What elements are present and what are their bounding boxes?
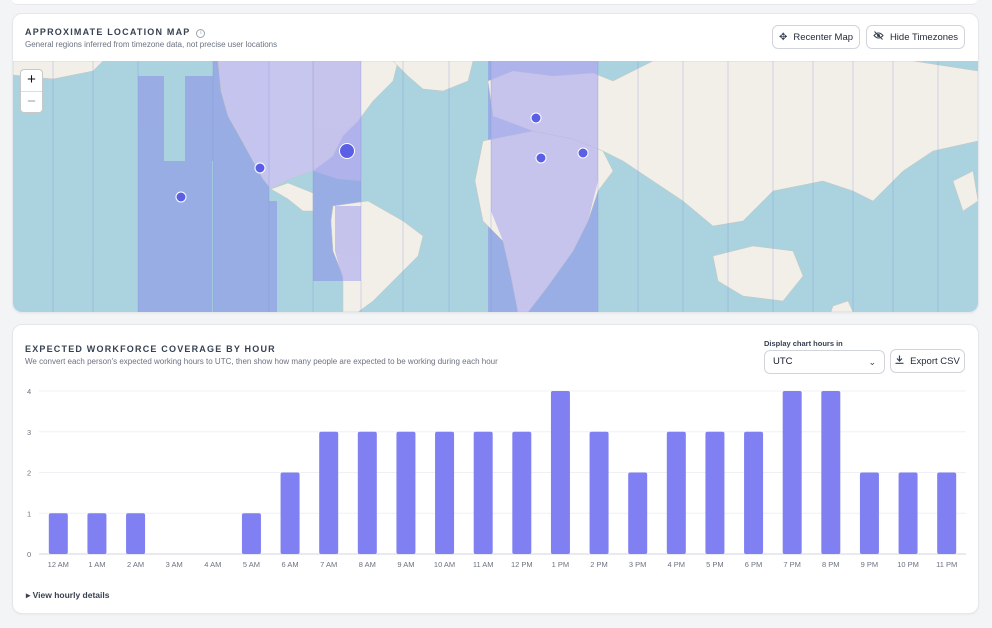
timezone-band xyxy=(138,76,164,312)
coverage-bar[interactable] xyxy=(280,472,300,555)
timezone-band xyxy=(269,201,277,312)
coverage-bar[interactable] xyxy=(435,431,455,554)
x-tick-label: 9 AM xyxy=(397,560,414,569)
coverage-bar[interactable] xyxy=(512,431,532,554)
location-marker xyxy=(339,143,355,159)
location-marker xyxy=(577,147,589,159)
coverage-bar[interactable] xyxy=(589,431,609,554)
recenter-map-button[interactable]: ✥ Recenter Map xyxy=(772,25,860,49)
map-section-title: APPROXIMATE LOCATION MAP i xyxy=(25,27,206,38)
map-section-subtitle: General regions inferred from timezone d… xyxy=(25,40,278,49)
coverage-bar[interactable] xyxy=(821,391,841,554)
hide-timezones-label: Hide Timezones xyxy=(889,31,959,43)
x-tick-label: 2 PM xyxy=(590,560,608,569)
x-tick-label: 8 PM xyxy=(822,560,840,569)
x-tick-label: 6 AM xyxy=(282,560,299,569)
timezone-band xyxy=(185,76,213,161)
location-marker xyxy=(535,152,547,164)
coverage-bar[interactable] xyxy=(550,391,570,554)
coverage-bar[interactable] xyxy=(48,513,68,554)
x-tick-label: 11 AM xyxy=(473,560,494,569)
coverage-bar[interactable] xyxy=(87,513,107,554)
eye-off-icon xyxy=(873,31,884,43)
x-tick-label: 4 PM xyxy=(668,560,686,569)
coverage-bar[interactable] xyxy=(473,431,493,554)
location-marker xyxy=(254,162,266,174)
location-marker xyxy=(530,112,542,124)
y-tick-label: 2 xyxy=(27,469,31,478)
x-tick-label: 7 PM xyxy=(783,560,801,569)
y-tick-label: 4 xyxy=(27,387,31,396)
workforce-coverage-card: EXPECTED WORKFORCE COVERAGE BY HOUR We c… xyxy=(12,324,979,614)
location-marker xyxy=(175,191,187,203)
x-tick-label: 11 PM xyxy=(936,560,957,569)
coverage-bar[interactable] xyxy=(744,431,764,554)
y-tick-label: 3 xyxy=(27,428,31,437)
x-tick-label: 6 PM xyxy=(745,560,763,569)
world-map[interactable]: + − xyxy=(13,61,978,312)
x-tick-label: 3 AM xyxy=(166,560,183,569)
recenter-map-label: Recenter Map xyxy=(793,31,854,43)
y-tick-label: 0 xyxy=(27,550,31,559)
zoom-in-button[interactable]: + xyxy=(21,70,42,91)
map-title-text: APPROXIMATE LOCATION MAP xyxy=(25,27,191,37)
coverage-bar[interactable] xyxy=(319,431,339,554)
x-tick-label: 1 AM xyxy=(88,560,105,569)
x-tick-label: 8 AM xyxy=(359,560,376,569)
x-tick-label: 12 PM xyxy=(511,560,533,569)
x-tick-label: 5 AM xyxy=(243,560,260,569)
x-tick-label: 1 PM xyxy=(552,560,570,569)
coverage-bar[interactable] xyxy=(898,472,918,555)
y-tick-label: 1 xyxy=(27,509,31,518)
x-tick-label: 7 AM xyxy=(320,560,337,569)
coverage-bar[interactable] xyxy=(937,472,957,555)
coverage-bar[interactable] xyxy=(666,431,686,554)
timezone-band xyxy=(164,161,212,312)
coverage-bar[interactable] xyxy=(782,391,802,554)
coverage-bar[interactable] xyxy=(126,513,146,554)
x-tick-label: 9 PM xyxy=(861,560,879,569)
x-tick-label: 5 PM xyxy=(706,560,724,569)
location-map-card: APPROXIMATE LOCATION MAP i General region… xyxy=(12,13,979,313)
x-tick-label: 4 AM xyxy=(204,560,221,569)
crosshair-icon: ✥ xyxy=(778,31,788,43)
zoom-out-button[interactable]: − xyxy=(21,91,42,113)
coverage-bar[interactable] xyxy=(705,431,725,554)
info-icon[interactable]: i xyxy=(196,29,206,38)
x-tick-label: 2 AM xyxy=(127,560,144,569)
x-tick-label: 10 PM xyxy=(897,560,919,569)
coverage-bar[interactable] xyxy=(628,472,648,555)
coverage-bar-chart: 0 1 2 3 4 12 AM 1 AM 2 AM 3 AM 4 AM 5 AM 6 AM 7 AM 8 … xyxy=(27,387,966,569)
coverage-bar[interactable] xyxy=(859,472,879,555)
x-tick-label: 3 PM xyxy=(629,560,647,569)
view-hourly-details-toggle[interactable]: ▸ View hourly details xyxy=(26,590,109,601)
previous-card-edge xyxy=(12,0,977,5)
x-tick-label: 12 AM xyxy=(48,560,69,569)
map-canvas xyxy=(13,61,978,312)
coverage-bar[interactable] xyxy=(396,431,416,554)
x-tick-label: 10 AM xyxy=(434,560,455,569)
coverage-bar[interactable] xyxy=(357,431,377,554)
coverage-bar[interactable] xyxy=(241,513,261,554)
hide-timezones-button[interactable]: Hide Timezones xyxy=(866,25,965,49)
zoom-controls: + − xyxy=(20,69,43,113)
